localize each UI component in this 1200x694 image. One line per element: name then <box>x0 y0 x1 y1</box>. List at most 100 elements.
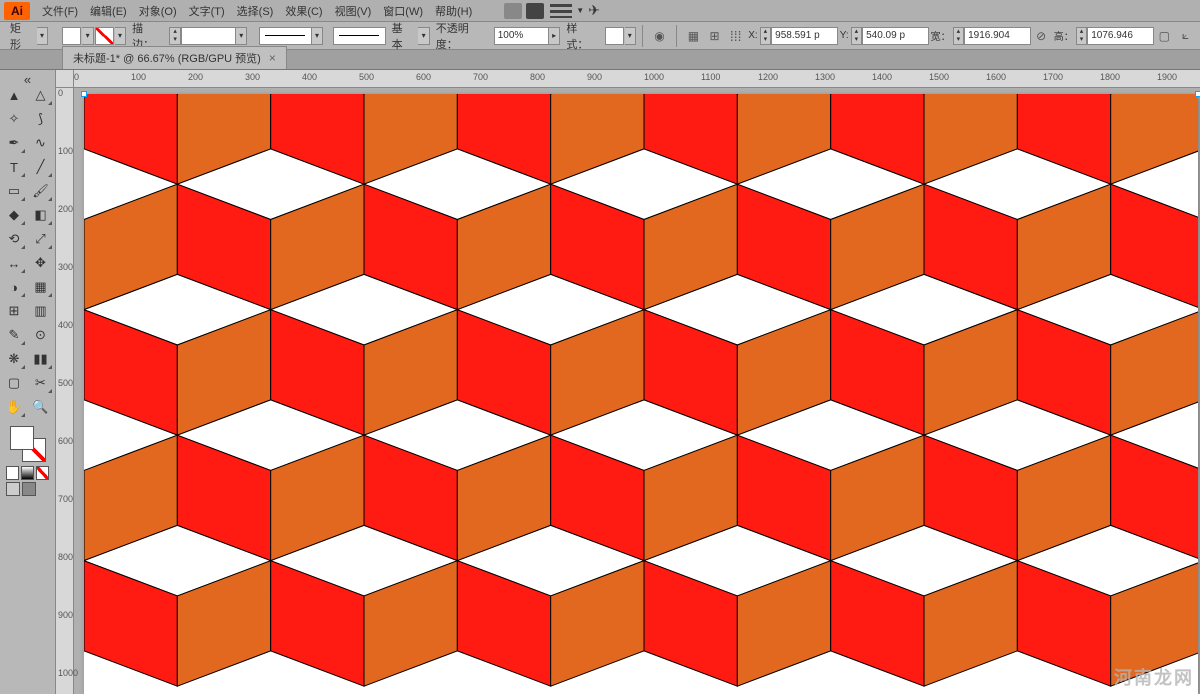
width-tool[interactable]: ↔ <box>2 252 26 274</box>
selection-handle-tr[interactable] <box>1195 91 1200 97</box>
stock-icon[interactable] <box>526 3 544 19</box>
color-mode-solid[interactable] <box>6 466 19 480</box>
rectangle-tool[interactable]: ▭ <box>2 180 26 202</box>
recolor-icon[interactable]: ◉ <box>652 28 667 44</box>
document-tab[interactable]: 未标题-1* @ 66.67% (RGB/GPU 预览) × <box>62 46 287 69</box>
menu-object[interactable]: 对象(O) <box>133 1 183 21</box>
slice-tool[interactable]: ✂ <box>29 372 53 394</box>
x-input[interactable]: 958.591 p <box>771 27 838 45</box>
h-input[interactable]: 1076.946 <box>1087 27 1154 45</box>
ruler-origin[interactable] <box>56 70 74 88</box>
ref-point-icon[interactable]: ⁞⁞⁞ <box>728 28 743 44</box>
artboard-tool[interactable]: ▢ <box>2 372 26 394</box>
menu-help[interactable]: 帮助(H) <box>429 1 478 21</box>
direct-selection-tool[interactable]: △ <box>29 84 53 106</box>
h-stepper[interactable]: ▴▾ <box>1076 27 1087 45</box>
ruler-v-tick: 700 <box>58 494 73 504</box>
eyedropper-tool[interactable]: ✎ <box>2 324 26 346</box>
symbol-sprayer-tool[interactable]: ❋ <box>2 348 26 370</box>
screen-mode-full[interactable] <box>22 482 36 496</box>
stroke-swatch[interactable] <box>95 27 114 45</box>
curvature-tool[interactable]: ∿ <box>29 132 53 154</box>
stroke-weight-dd[interactable]: ▾ <box>236 27 247 45</box>
menu-file[interactable]: 文件(F) <box>36 1 84 21</box>
menu-effect[interactable]: 效果(C) <box>279 1 328 21</box>
share-icon[interactable]: ✈ <box>588 2 600 19</box>
x-stepper[interactable]: ▴▾ <box>760 27 771 45</box>
ruler-h-tick: 1300 <box>815 72 835 82</box>
selection-handle-tl[interactable] <box>81 91 87 97</box>
shape-builder-tool[interactable]: ◑ <box>2 276 26 298</box>
menu-type[interactable]: 文字(T) <box>183 1 231 21</box>
line-tool[interactable]: ╱ <box>29 156 53 178</box>
brush-dd[interactable]: ▾ <box>312 27 323 45</box>
ruler-h-tick: 200 <box>188 72 203 82</box>
tab-close-icon[interactable]: × <box>269 51 276 65</box>
style-dd[interactable]: ▾ <box>625 27 636 45</box>
stroke-profile[interactable] <box>333 27 386 45</box>
gradient-tool[interactable]: ▥ <box>29 300 53 322</box>
shape-dd[interactable]: ▾ <box>37 27 48 45</box>
mesh-tool[interactable]: ⊞ <box>2 300 26 322</box>
fill-swatch[interactable] <box>62 27 81 45</box>
ruler-h-tick: 1200 <box>758 72 778 82</box>
graph-tool[interactable]: ▮▮ <box>29 348 53 370</box>
ruler-h-tick: 1900 <box>1157 72 1177 82</box>
free-transform-tool[interactable]: ✥ <box>29 252 53 274</box>
selection-tool[interactable]: ▲ <box>2 84 26 106</box>
type-tool[interactable]: T <box>2 156 26 178</box>
opacity-input[interactable]: 100% <box>494 27 549 45</box>
ruler-h-tick: 900 <box>587 72 602 82</box>
ruler-vertical[interactable]: 01002003004005006007008009001000 <box>56 88 74 694</box>
blend-tool[interactable]: ⊙ <box>29 324 53 346</box>
screen-mode-normal[interactable] <box>6 482 20 496</box>
magic-wand-tool[interactable]: ✧ <box>2 108 26 130</box>
lasso-tool[interactable]: ⟆ <box>29 108 53 130</box>
menu-edit[interactable]: 编辑(E) <box>84 1 133 21</box>
shape-corners-icon[interactable]: ▢ <box>1157 28 1172 44</box>
pen-tool[interactable]: ✒ <box>2 132 26 154</box>
eraser-tool[interactable]: ◧ <box>29 204 53 226</box>
opacity-label: 不透明度： <box>436 20 488 52</box>
opacity-dd[interactable]: ▸ <box>549 27 560 45</box>
style-swatch[interactable] <box>605 27 624 45</box>
x-label: X: <box>748 30 757 41</box>
w-stepper[interactable]: ▴▾ <box>953 27 964 45</box>
y-stepper[interactable]: ▴▾ <box>851 27 862 45</box>
menu-select[interactable]: 选择(S) <box>231 1 280 21</box>
stroke-weight-input[interactable] <box>181 27 236 45</box>
watermark: 河南龙网 <box>1114 664 1194 690</box>
rotate-tool[interactable]: ⟲ <box>2 228 26 250</box>
shaper-tool[interactable]: ◆ <box>2 204 26 226</box>
y-input[interactable]: 540.09 p <box>862 27 929 45</box>
zoom-tool[interactable]: 🔍 <box>29 396 53 418</box>
stroke-profile-dd[interactable]: ▾ <box>418 27 429 45</box>
color-mode-none[interactable] <box>36 466 49 480</box>
fill-stroke-control[interactable] <box>10 426 46 462</box>
menu-window[interactable]: 窗口(W) <box>377 1 429 21</box>
ruler-horizontal[interactable]: 0100200300400500600700800900100011001200… <box>74 70 1200 88</box>
fill-box[interactable] <box>10 426 34 450</box>
layout-dd[interactable]: ▼ <box>576 6 584 15</box>
ruler-h-tick: 600 <box>416 72 431 82</box>
stroke-weight-stepper[interactable]: ▴▾ <box>169 27 180 45</box>
fill-dd[interactable]: ▾ <box>82 27 93 45</box>
layout-icon[interactable] <box>550 4 572 18</box>
color-mode-gradient[interactable] <box>21 466 34 480</box>
scale-tool[interactable]: ⤢ <box>29 228 53 250</box>
w-input[interactable]: 1916.904 <box>964 27 1031 45</box>
corner-icon[interactable]: ⟀ <box>1178 28 1193 44</box>
pattern-artwork[interactable] <box>84 94 1198 694</box>
paintbrush-tool[interactable]: 🖌 <box>29 180 53 202</box>
toolbox-collapse[interactable]: « <box>2 74 53 84</box>
hand-tool[interactable]: ✋ <box>2 396 26 418</box>
align-icon[interactable]: ▦ <box>686 28 701 44</box>
perspective-tool[interactable]: ▦ <box>29 276 53 298</box>
stroke-dd[interactable]: ▾ <box>115 27 126 45</box>
link-icon[interactable]: ⊘ <box>1034 28 1049 44</box>
brush-def[interactable] <box>259 27 312 45</box>
transform-icon[interactable]: ⊞ <box>707 28 722 44</box>
bridge-icon[interactable] <box>504 3 522 19</box>
artboard[interactable] <box>84 94 1198 694</box>
menu-view[interactable]: 视图(V) <box>329 1 378 21</box>
